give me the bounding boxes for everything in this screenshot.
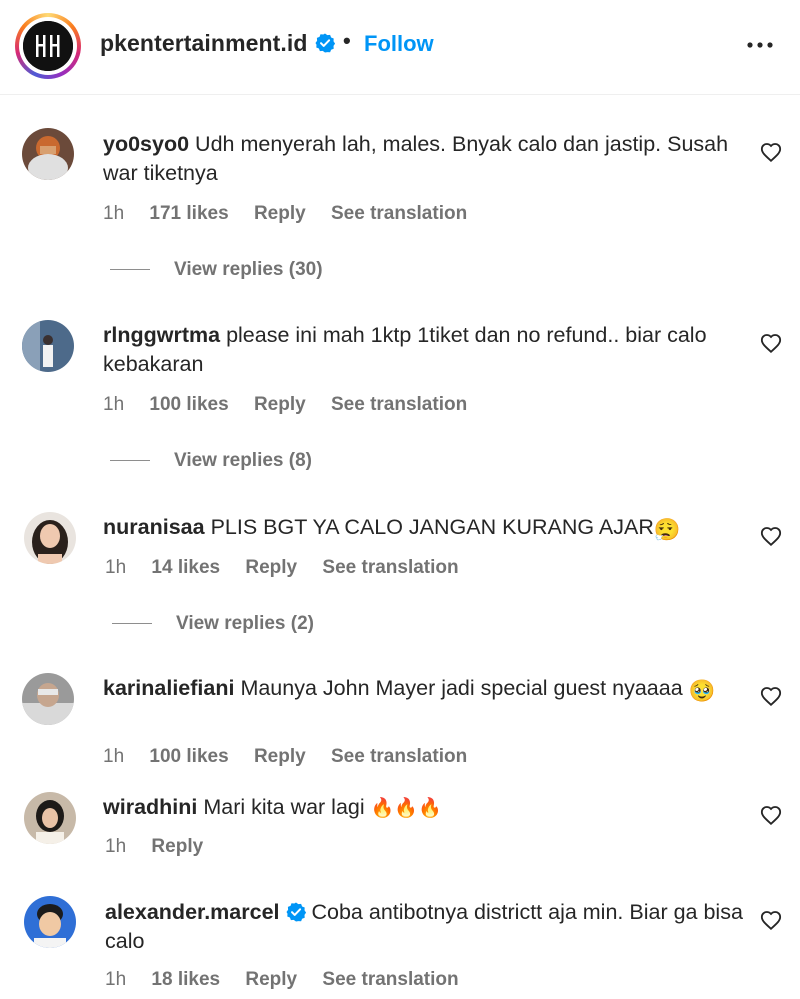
commenter-avatar[interactable] — [24, 896, 76, 948]
brand-logo — [23, 21, 73, 71]
verified-badge-icon — [286, 902, 306, 922]
separator-dot: • — [343, 28, 351, 53]
comment-time: 1h — [103, 394, 125, 415]
like-heart-icon[interactable] — [760, 805, 782, 827]
likes-count[interactable]: 100 likes — [149, 394, 228, 415]
commenter-avatar[interactable] — [24, 792, 76, 844]
follow-button[interactable]: Follow — [364, 31, 434, 57]
comment-username[interactable]: wiradhini — [103, 795, 197, 819]
comment-body: Udh menyerah lah, males. Bnyak calo dan … — [103, 132, 729, 185]
more-horizontal-icon[interactable] — [745, 30, 775, 60]
like-heart-icon[interactable] — [760, 910, 782, 932]
verified-badge-icon — [315, 33, 335, 53]
comment-time: 1h — [103, 203, 125, 224]
comment-time: 1h — [103, 746, 125, 767]
comment-meta: 1h 100 likes Reply See translation — [103, 394, 487, 416]
replies-divider — [112, 623, 152, 625]
view-replies-button[interactable]: View replies (30) — [110, 259, 323, 281]
reply-button[interactable]: Reply — [245, 969, 297, 990]
post-header: pkentertainment.id • Follow — [0, 0, 800, 95]
account-username[interactable]: pkentertainment.id — [100, 30, 308, 57]
replies-divider — [110, 460, 150, 462]
view-replies-button[interactable]: View replies (8) — [110, 450, 312, 472]
pleading-face-emoji-icon: 🥹 — [688, 679, 716, 703]
comment-text: yo0syo0 Udh menyerah lah, males. Bnyak c… — [103, 130, 743, 188]
comment-meta: 1h 18 likes Reply See translation — [105, 969, 479, 991]
comment-meta: 1h 171 likes Reply See translation — [103, 203, 487, 225]
likes-count[interactable]: 18 likes — [151, 969, 220, 990]
comment-username[interactable]: alexander.marcel — [105, 900, 280, 924]
like-heart-icon[interactable] — [760, 333, 782, 355]
comment-body: Maunya John Mayer jadi special guest nya… — [240, 676, 683, 700]
reply-button[interactable]: Reply — [254, 203, 306, 224]
reply-button[interactable]: Reply — [151, 836, 203, 857]
comment-body: PLIS BGT YA CALO JANGAN KURANG AJAR — [210, 515, 654, 539]
profile-avatar[interactable] — [15, 13, 81, 79]
commenter-avatar[interactable] — [22, 673, 74, 725]
replies-divider — [110, 269, 150, 271]
comment-username[interactable]: karinaliefiani — [103, 676, 234, 700]
commenter-avatar[interactable] — [22, 128, 74, 180]
see-translation-button[interactable]: See translation — [331, 746, 467, 767]
comment-text: karinaliefiani Maunya John Mayer jadi sp… — [103, 674, 743, 703]
exhale-face-emoji-icon: 😮‍💨 — [653, 518, 681, 542]
reply-button[interactable]: Reply — [254, 394, 306, 415]
see-translation-button[interactable]: See translation — [331, 394, 467, 415]
comment-text: rlnggwrtma please ini mah 1ktp 1tiket da… — [103, 321, 743, 379]
comment-body: Mari kita war lagi — [203, 795, 365, 819]
see-translation-button[interactable]: See translation — [331, 203, 467, 224]
comment-text: nuranisaa PLIS BGT YA CALO JANGAN KURANG… — [103, 513, 743, 542]
commenter-avatar[interactable] — [22, 320, 74, 372]
likes-count[interactable]: 100 likes — [149, 746, 228, 767]
like-heart-icon[interactable] — [760, 526, 782, 548]
fire-emoji-icon: 🔥🔥🔥 — [370, 798, 442, 819]
comment-text: wiradhini Mari kita war lagi 🔥🔥🔥 — [103, 793, 743, 823]
comment-meta: 1h Reply — [105, 836, 223, 858]
comment-meta: 1h 14 likes Reply See translation — [105, 557, 479, 579]
commenter-avatar[interactable] — [24, 512, 76, 564]
see-translation-button[interactable]: See translation — [322, 557, 458, 578]
see-translation-button[interactable]: See translation — [322, 969, 458, 990]
likes-count[interactable]: 171 likes — [149, 203, 228, 224]
reply-button[interactable]: Reply — [254, 746, 306, 767]
view-replies-button[interactable]: View replies (2) — [112, 613, 314, 635]
comment-text: alexander.marcel Coba antibotnya distric… — [105, 898, 745, 956]
likes-count[interactable]: 14 likes — [151, 557, 220, 578]
comment-time: 1h — [105, 557, 127, 578]
comment-username[interactable]: rlnggwrtma — [103, 323, 220, 347]
comment-time: 1h — [105, 969, 127, 990]
comment-username[interactable]: nuranisaa — [103, 515, 205, 539]
like-heart-icon[interactable] — [760, 142, 782, 164]
comment-username[interactable]: yo0syo0 — [103, 132, 189, 156]
comment-meta: 1h 100 likes Reply See translation — [103, 746, 487, 768]
reply-button[interactable]: Reply — [245, 557, 297, 578]
comment-time: 1h — [105, 836, 127, 857]
like-heart-icon[interactable] — [760, 686, 782, 708]
